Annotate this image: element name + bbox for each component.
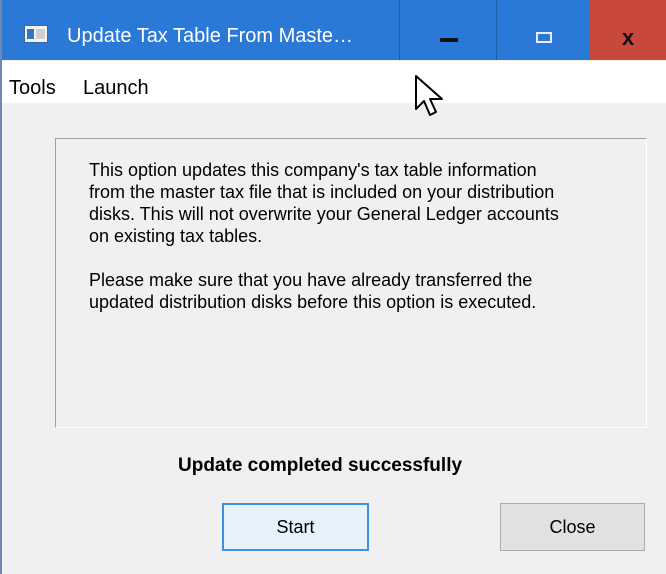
mouse-pointer-icon — [415, 75, 443, 116]
app-icon-gray-pane — [36, 29, 45, 39]
instructions-paragraph-2: Please make sure that you have already t… — [89, 270, 537, 312]
menu-launch[interactable]: Launch — [83, 76, 149, 100]
window-close-button[interactable]: x — [590, 0, 666, 60]
instructions-paragraph-1: This option updates this company's tax t… — [89, 160, 559, 246]
status-message: Update completed successfully — [178, 455, 463, 476]
close-button[interactable]: Close — [500, 503, 645, 551]
instructions-panel: This option updates this company's tax t… — [55, 138, 647, 428]
window-title: Update Tax Table From Maste… — [67, 25, 354, 47]
menu-bar: Tools Launch — [2, 61, 666, 103]
maximize-icon — [536, 32, 552, 43]
close-icon: x — [622, 25, 635, 50]
app-icon-blue-pane — [27, 29, 34, 39]
application-icon — [24, 25, 48, 43]
update-tax-table-window: Update Tax Table From Maste… x Tools Lau… — [0, 0, 666, 574]
instructions-text: This option updates this company's tax t… — [89, 159, 559, 313]
minimize-icon — [440, 38, 458, 42]
menu-tools[interactable]: Tools — [9, 76, 56, 100]
title-bar[interactable]: Update Tax Table From Maste… x — [2, 0, 666, 60]
maximize-button[interactable] — [496, 0, 590, 60]
start-button[interactable]: Start — [222, 503, 369, 551]
minimize-button[interactable] — [399, 0, 496, 60]
